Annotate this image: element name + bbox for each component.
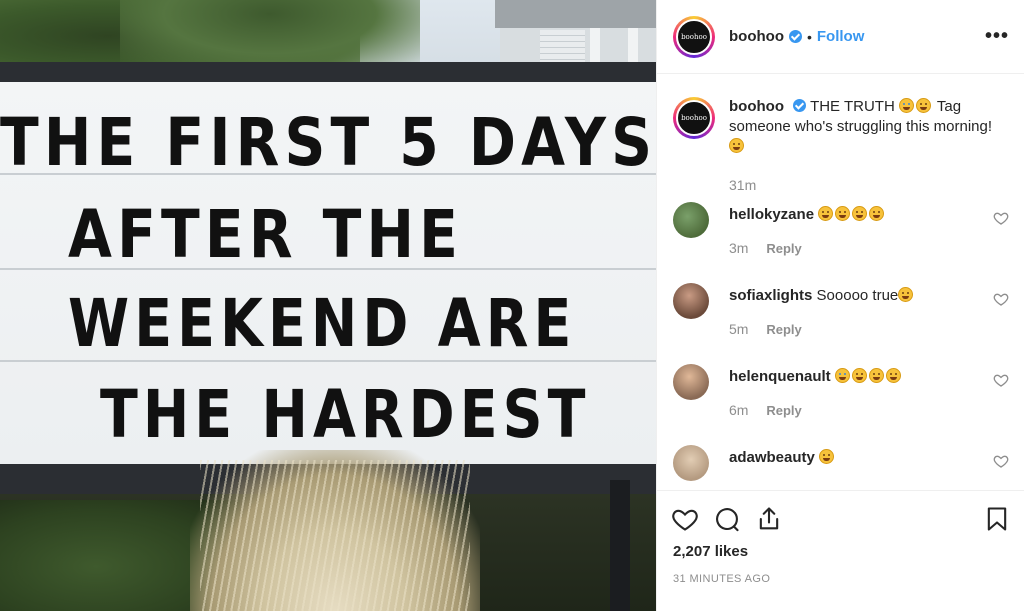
comment-time[interactable]: 3m	[729, 240, 748, 256]
caption-avatar-ring[interactable]: boohoo	[673, 97, 715, 139]
rofl-emoji-icon	[868, 368, 884, 383]
comment-body: helenquenault	[729, 368, 969, 386]
heart-icon[interactable]	[993, 453, 1009, 469]
post-photo[interactable]: THE FIRST 5 DAYS AFTER THE WEEKEND ARE T…	[0, 0, 656, 611]
heart-icon[interactable]	[993, 210, 1009, 226]
post-caption: boohoo boohoo THE TRUTH Tag someone who'…	[673, 97, 1013, 157]
photo-grass-strands	[200, 460, 470, 611]
more-icon[interactable]: •••	[985, 26, 1009, 46]
comment-avatar[interactable]	[673, 445, 709, 481]
comment-item: helenquenault 6m Reply	[673, 364, 1013, 434]
photo-trees-2	[120, 0, 420, 70]
crying-face-emoji-icon	[898, 98, 914, 113]
comment-time[interactable]: 6m	[729, 402, 748, 418]
post-actions: 2,207 likes 31 MINUTES AGO	[657, 490, 1024, 611]
comment-avatar[interactable]	[673, 283, 709, 319]
comment-body: sofiaxlights Sooooo true	[729, 287, 969, 305]
rofl-emoji-icon	[819, 449, 835, 464]
comment-text: Sooooo true	[816, 287, 899, 304]
comments-list[interactable]: boohoo boohoo THE TRUTH Tag someone who'…	[657, 75, 1024, 487]
reply-button[interactable]: Reply	[766, 322, 801, 337]
share-icon[interactable]	[755, 505, 783, 533]
bookmark-icon[interactable]	[983, 505, 1011, 533]
grinning-sweat-emoji-icon	[915, 98, 931, 113]
heart-icon[interactable]	[993, 291, 1009, 307]
caption-username[interactable]: boohoo	[729, 98, 784, 115]
comment-body: adawbeauty	[729, 449, 969, 467]
caption-avatar[interactable]: boohoo	[676, 100, 712, 136]
sign-line-3: WEEKEND ARE	[68, 285, 577, 362]
joy-emoji-icon	[851, 368, 867, 383]
dizzy-face-emoji-icon	[729, 138, 744, 153]
avatar[interactable]: boohoo	[676, 18, 712, 55]
facepalm-emoji-icon	[834, 368, 850, 383]
comment-item: adawbeauty	[673, 445, 1013, 487]
comment-username[interactable]: helenquenault	[729, 368, 831, 385]
verified-icon	[793, 99, 807, 112]
photo-house-roof	[495, 0, 656, 28]
sign-line-1: THE FIRST 5 DAYS	[0, 104, 656, 181]
rofl-emoji-icon	[818, 206, 834, 221]
comment-username[interactable]: adawbeauty	[729, 449, 815, 466]
comment-avatar[interactable]	[673, 364, 709, 400]
caption-text: boohoo THE TRUTH Tag someone who's strug…	[729, 97, 999, 157]
comment-time[interactable]: 5m	[729, 321, 748, 337]
comment-username[interactable]: sofiaxlights	[729, 287, 812, 304]
joy-emoji-icon	[885, 368, 901, 383]
comment-meta: 5m Reply	[729, 321, 802, 337]
instagram-post: THE FIRST 5 DAYS AFTER THE WEEKEND ARE T…	[0, 0, 1024, 611]
comment-icon[interactable]	[713, 505, 741, 533]
post-header: boohoo boohoo • Follow •••	[657, 0, 1024, 74]
joy-emoji-icon	[898, 287, 914, 302]
heart-icon[interactable]	[993, 372, 1009, 388]
rofl-emoji-icon	[835, 206, 851, 221]
sign-line-2: AFTER THE	[68, 196, 464, 273]
reply-button[interactable]: Reply	[766, 403, 801, 418]
verified-icon	[788, 30, 802, 43]
caption-text-part1: THE TRUTH	[810, 98, 895, 115]
header-username[interactable]: boohoo	[729, 28, 784, 45]
joy-emoji-icon	[852, 206, 868, 221]
likes-count[interactable]: 2,207 likes	[673, 543, 748, 560]
comment-avatar[interactable]	[673, 202, 709, 238]
post-sidebar: boohoo boohoo • Follow ••• boohoo boohoo…	[656, 0, 1024, 611]
comment-item: hellokyzane 3m Reply	[673, 202, 1013, 272]
reply-button[interactable]: Reply	[766, 241, 801, 256]
caption-time[interactable]: 31m	[729, 177, 756, 193]
comment-body: hellokyzane	[729, 206, 969, 224]
joy-emoji-icon	[869, 206, 885, 221]
separator-dot: •	[806, 28, 812, 45]
comment-item: sofiaxlights Sooooo true 5m Reply	[673, 283, 1013, 353]
sign-post	[610, 480, 630, 611]
avatar-story-ring[interactable]: boohoo	[673, 15, 715, 58]
post-time[interactable]: 31 MINUTES AGO	[673, 573, 770, 585]
follow-button[interactable]: Follow	[817, 28, 865, 45]
comment-meta: 3m Reply	[729, 240, 802, 256]
sign-line-4: THE HARDEST	[100, 376, 591, 453]
comment-meta: 6m Reply	[729, 402, 802, 418]
heart-icon[interactable]	[671, 505, 699, 533]
comment-username[interactable]: hellokyzane	[729, 206, 814, 223]
